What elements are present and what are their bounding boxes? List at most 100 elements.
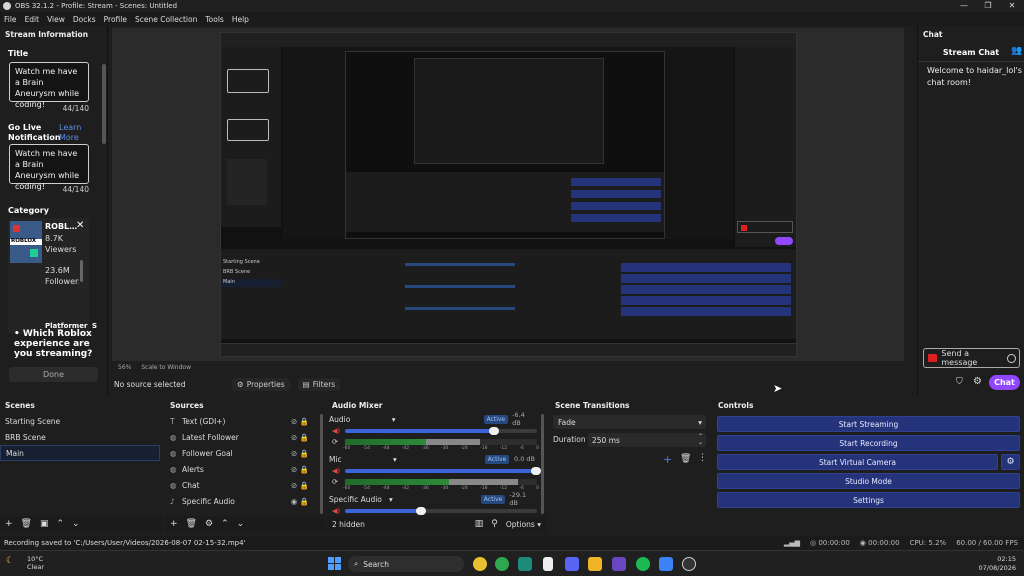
add-scene-icon[interactable]: +: [5, 519, 13, 529]
send-message-input[interactable]: Send a message: [923, 348, 1020, 368]
start-streaming-button[interactable]: Start Streaming: [717, 416, 1020, 432]
transition-menu-icon[interactable]: ⋮: [698, 453, 707, 463]
clock[interactable]: 02:15 07/08/2026: [979, 555, 1016, 573]
source-item[interactable]: ◍ Follower Goal ⊘ 🔒: [165, 445, 323, 461]
move-up-icon[interactable]: ⌃: [57, 519, 65, 529]
settings-gear-icon[interactable]: ⚙: [973, 376, 982, 387]
menu-view[interactable]: View: [47, 15, 65, 24]
add-source-icon[interactable]: +: [170, 519, 178, 529]
visibility-hidden-icon[interactable]: ⊘ 🔒: [291, 465, 309, 474]
category-scrollbar[interactable]: [80, 260, 83, 282]
transition-select[interactable]: Fade ▾: [553, 415, 706, 429]
visibility-hidden-icon[interactable]: ⊘ 🔒: [291, 449, 309, 458]
scale-mode[interactable]: Scale to Window: [141, 364, 191, 371]
app-roblox-icon[interactable]: [543, 557, 553, 571]
taskbar-search[interactable]: ⌕ Search: [348, 556, 464, 572]
scene-item-selected[interactable]: Main: [0, 445, 160, 461]
menu-tools[interactable]: Tools: [205, 15, 223, 24]
mixer-options-button[interactable]: Options ▾: [506, 520, 541, 529]
start-virtual-camera-button[interactable]: Start Virtual Camera: [717, 454, 998, 470]
learn-more-link[interactable]: Learn More: [59, 123, 89, 143]
stream-info-scrollbar[interactable]: [102, 64, 106, 144]
visibility-icon[interactable]: ◉ 🔒: [291, 497, 309, 506]
minimize-button[interactable]: —: [952, 0, 976, 12]
volume-knob[interactable]: [488, 427, 499, 435]
channel-advanced-icon[interactable]: ⟳: [332, 438, 338, 446]
source-item[interactable]: ◍ Latest Follower ⊘ 🔒: [165, 429, 323, 445]
remove-category-icon[interactable]: ✕: [76, 220, 84, 231]
obs-taskbar-icon[interactable]: [682, 557, 696, 571]
weather-widget[interactable]: 10°C Clear: [27, 555, 44, 571]
chat-users-icon[interactable]: 👥: [1011, 46, 1022, 56]
volume-slider[interactable]: [345, 467, 541, 475]
source-properties-icon[interactable]: ⚙: [205, 519, 213, 529]
remove-transition-icon[interactable]: 🗑: [680, 454, 691, 464]
zoom-level[interactable]: 56%: [118, 364, 131, 371]
chat-button[interactable]: Chat: [989, 375, 1020, 390]
spotify-icon[interactable]: [636, 557, 650, 571]
source-item[interactable]: ♪ Specific Audio ◉ 🔒: [165, 493, 323, 509]
menu-profile[interactable]: Profile: [104, 15, 127, 24]
scene-item[interactable]: BRB Scene: [0, 429, 160, 445]
close-button[interactable]: ✕: [1000, 0, 1024, 12]
maximize-button[interactable]: ❐: [976, 0, 1000, 12]
move-up-icon[interactable]: ⌃: [221, 519, 229, 529]
mute-speaker-icon[interactable]: ◀): [332, 467, 340, 475]
mute-speaker-icon[interactable]: ◀): [332, 507, 340, 515]
source-item[interactable]: T Text (GDI+) ⊘ 🔒: [165, 413, 323, 429]
visibility-hidden-icon[interactable]: ⊘ 🔒: [291, 481, 309, 490]
app-blue-icon[interactable]: [659, 557, 673, 571]
properties-button[interactable]: ⚙ Properties: [232, 377, 290, 391]
move-down-icon[interactable]: ⌄: [237, 519, 245, 529]
volume-slider[interactable]: [345, 507, 537, 515]
remove-source-icon[interactable]: 🗑: [186, 519, 197, 529]
filters-button[interactable]: ▤ Filters: [297, 377, 341, 391]
start-recording-button[interactable]: Start Recording: [717, 435, 1020, 451]
scene-item[interactable]: Starting Scene: [0, 413, 160, 429]
mixer-layout-icon[interactable]: ▥: [475, 519, 484, 529]
channel-dropdown-icon[interactable]: ▾: [392, 415, 396, 424]
source-item[interactable]: ◍ Chat ⊘ 🔒: [165, 477, 323, 493]
shield-icon[interactable]: ⛉: [956, 377, 963, 387]
channel-dropdown-icon[interactable]: ▾: [393, 455, 397, 464]
start-menu-icon[interactable]: [328, 557, 342, 571]
file-explorer-icon[interactable]: [588, 557, 602, 571]
volume-slider[interactable]: [345, 427, 537, 435]
duration-stepper-icon[interactable]: ⌃ ⌄: [698, 434, 703, 446]
mixer-link-icon[interactable]: ⚲: [491, 519, 498, 529]
source-item[interactable]: ◍ Alerts ⊘ 🔒: [165, 461, 323, 477]
studio-mode-button[interactable]: Studio Mode: [717, 473, 1020, 489]
chrome-icon[interactable]: [473, 557, 487, 571]
channel-dropdown-icon[interactable]: ▾: [389, 495, 393, 504]
title-input[interactable]: Watch me have a Brain Aneurysm while cod…: [9, 62, 89, 109]
done-button[interactable]: Done: [9, 367, 98, 382]
menu-edit[interactable]: Edit: [25, 15, 40, 24]
preview-area[interactable]: Starting Scene BRB Scene Main: [112, 28, 904, 361]
volume-knob[interactable]: [531, 467, 541, 475]
remove-scene-icon[interactable]: 🗑: [21, 519, 32, 529]
hidden-count[interactable]: 2 hidden: [332, 520, 365, 529]
category-card[interactable]: ROBLOX ROBL… ✕ 8.7K Viewers 23.6M Follow…: [8, 218, 97, 334]
menu-help[interactable]: Help: [232, 15, 249, 24]
go-live-input[interactable]: Watch me have a Brain Aneurysm while cod…: [9, 144, 89, 191]
menu-file[interactable]: File: [4, 15, 17, 24]
visibility-hidden-icon[interactable]: ⊘ 🔒: [291, 417, 309, 426]
virtual-camera-settings-icon[interactable]: ⚙: [1001, 454, 1020, 470]
chrome-alt-icon[interactable]: [495, 557, 509, 571]
scene-filters-icon[interactable]: ▣: [40, 519, 49, 529]
sources-scrollbar[interactable]: [320, 414, 323, 514]
menu-docks[interactable]: Docks: [73, 15, 96, 24]
menu-scene-collection[interactable]: Scene Collection: [135, 15, 197, 24]
discord-icon[interactable]: [565, 557, 579, 571]
volume-knob[interactable]: [415, 507, 426, 515]
mixer-scrollbar[interactable]: [541, 414, 544, 514]
add-transition-icon[interactable]: +: [663, 453, 672, 466]
emoji-icon[interactable]: [1007, 353, 1017, 363]
settings-button[interactable]: Settings: [717, 492, 1020, 508]
mute-speaker-icon[interactable]: ◀): [332, 427, 340, 435]
move-down-icon[interactable]: ⌄: [72, 519, 80, 529]
duration-input[interactable]: 250 ms ⌃ ⌄: [588, 433, 706, 447]
github-icon[interactable]: [612, 557, 626, 571]
visibility-hidden-icon[interactable]: ⊘ 🔒: [291, 433, 309, 442]
app-teal-icon[interactable]: [518, 557, 532, 571]
